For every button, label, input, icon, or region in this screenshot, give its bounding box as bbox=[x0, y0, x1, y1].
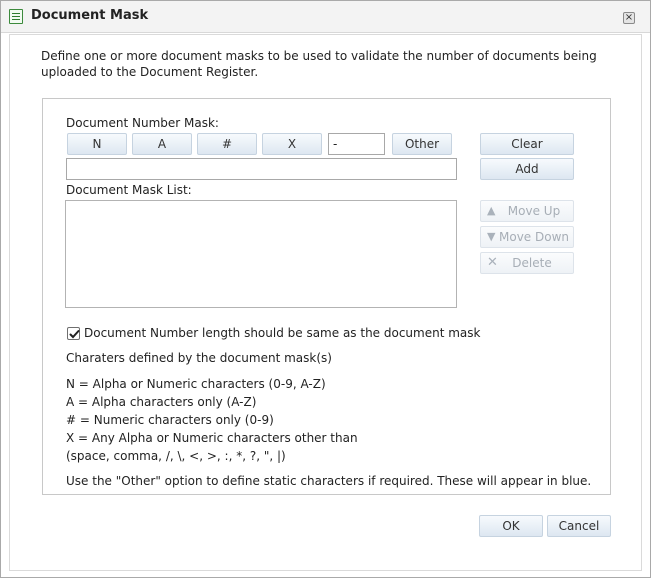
legend-n: N = Alpha or Numeric characters (0-9, A-… bbox=[66, 377, 326, 391]
delete-label: Delete bbox=[512, 256, 552, 270]
add-button[interactable]: Add bbox=[480, 158, 574, 180]
move-down-button[interactable]: ▼ Move Down bbox=[480, 226, 574, 248]
mask-hash-button[interactable]: # bbox=[197, 133, 257, 155]
mask-a-button[interactable]: A bbox=[132, 133, 192, 155]
intro-line-1: Define one or more document masks to be … bbox=[41, 49, 597, 63]
dialog-title: Document Mask bbox=[31, 8, 149, 23]
x-delete-icon: ✕ bbox=[487, 255, 498, 270]
document-mask-list[interactable] bbox=[65, 200, 457, 308]
arrow-down-icon: ▼ bbox=[487, 230, 496, 243]
ok-button[interactable]: OK bbox=[479, 515, 543, 537]
clear-button[interactable]: Clear bbox=[480, 133, 574, 155]
arrow-up-icon: ▲ bbox=[487, 204, 496, 217]
cancel-button[interactable]: Cancel bbox=[547, 515, 611, 537]
mask-input[interactable] bbox=[66, 158, 457, 180]
intro-line-2: uploaded to the Document Register. bbox=[41, 65, 259, 79]
move-down-label: Move Down bbox=[499, 230, 569, 244]
document-mask-dialog: Document Mask × Define one or more docum… bbox=[0, 0, 651, 578]
checkmark-icon bbox=[69, 330, 80, 339]
dialog-titlebar: Document Mask × bbox=[1, 1, 650, 33]
legend-x: X = Any Alpha or Numeric characters othe… bbox=[66, 431, 358, 445]
move-up-button[interactable]: ▲ Move Up bbox=[480, 200, 574, 222]
other-option-note: Use the "Other" option to define static … bbox=[66, 474, 592, 488]
legend-heading: Charaters defined by the document mask(s… bbox=[66, 351, 332, 365]
close-icon[interactable]: × bbox=[623, 12, 635, 24]
delete-button[interactable]: ✕ Delete bbox=[480, 252, 574, 274]
intro-text: Define one or more document masks to be … bbox=[41, 48, 601, 80]
move-up-label: Move Up bbox=[507, 204, 561, 218]
same-length-label: Document Number length should be same as… bbox=[84, 326, 481, 340]
list-document-icon bbox=[9, 9, 23, 24]
legend-a: A = Alpha characters only (A-Z) bbox=[66, 395, 257, 409]
legend-x-exclusions: (space, comma, /, \, <, >, :, *, ?, ", |… bbox=[66, 449, 286, 463]
document-mask-list-label: Document Mask List: bbox=[66, 183, 192, 197]
mask-n-button[interactable]: N bbox=[67, 133, 127, 155]
separator-input[interactable]: - bbox=[328, 133, 385, 155]
legend-hash: # = Numeric characters only (0-9) bbox=[66, 413, 274, 427]
same-length-checkbox[interactable] bbox=[67, 327, 80, 340]
mask-other-button[interactable]: Other bbox=[392, 133, 452, 155]
document-number-mask-label: Document Number Mask: bbox=[66, 116, 219, 130]
mask-x-button[interactable]: X bbox=[262, 133, 322, 155]
